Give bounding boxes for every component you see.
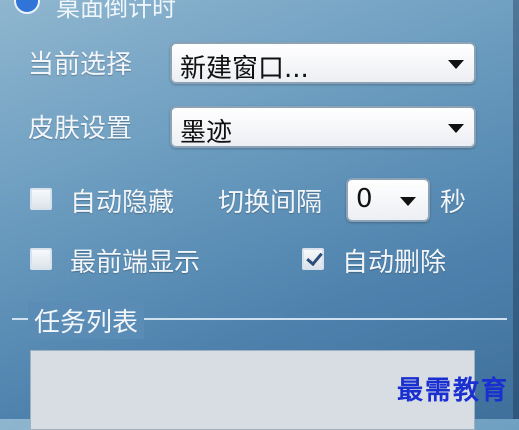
chevron-down-icon (400, 197, 416, 206)
switch-interval-dropdown[interactable]: 0 (346, 178, 430, 222)
switch-interval-value: 0 (356, 184, 373, 214)
auto-hide-checkbox[interactable] (30, 188, 52, 210)
auto-delete-checkbox[interactable] (302, 248, 324, 270)
seconds-label: 秒 (440, 188, 467, 218)
always-on-top-checkbox[interactable] (30, 248, 52, 270)
watermark: 最需教育 (396, 376, 509, 406)
chevron-down-icon (448, 60, 464, 69)
switch-interval-label: 切换间隔 (218, 188, 323, 218)
current-select-value: 新建窗口... (180, 54, 309, 84)
skin-label: 皮肤设置 (28, 114, 133, 144)
top-radio[interactable] (14, 0, 40, 14)
skin-dropdown[interactable]: 墨迹 (170, 106, 476, 148)
auto-hide-label: 自动隐藏 (70, 188, 175, 218)
always-on-top-label: 最前端显示 (70, 248, 201, 278)
task-list-title: 任务列表 (28, 302, 145, 339)
current-select-label: 当前选择 (28, 50, 133, 80)
chevron-down-icon (448, 124, 464, 133)
skin-value: 墨迹 (180, 118, 233, 148)
window-right-edge (513, 0, 519, 419)
current-select-dropdown[interactable]: 新建窗口... (170, 42, 476, 84)
auto-delete-label: 自动删除 (342, 248, 447, 278)
window-title: 桌面倒计时 (56, 0, 176, 22)
